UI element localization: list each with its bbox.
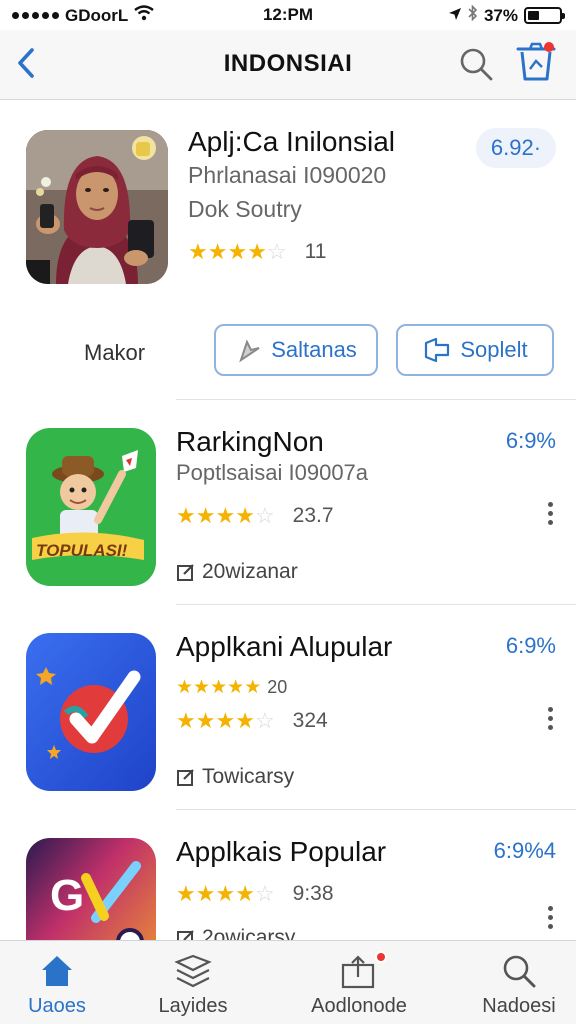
star-icon: ★ — [188, 239, 208, 264]
star-icon: ★ — [247, 239, 267, 264]
star-icon: ★ — [207, 239, 228, 264]
home-icon — [42, 956, 72, 986]
battery-percent: 37% — [483, 5, 518, 25]
search-icon — [503, 955, 536, 988]
star-icon: ★ — [210, 677, 228, 698]
star-icon: ★ — [215, 881, 236, 906]
star-icon: ★ — [176, 677, 194, 698]
star-icon: ★ — [227, 239, 248, 264]
tab-search[interactable]: Nadoesi — [454, 949, 576, 1023]
rating-count: 20 — [267, 677, 288, 697]
app-meta: 20wizanar — [176, 560, 298, 584]
list-item[interactable]: TOPULASI! RarkingNon Poptlsaisai I09007a… — [0, 400, 576, 605]
star-icon: ★ — [195, 881, 216, 906]
star-icon: ★ — [195, 503, 216, 528]
status-bar: GDoorL 12:PM 37% — [0, 0, 576, 30]
app-meta-label: 20wizanar — [202, 560, 298, 583]
star-icon: ★ — [195, 708, 216, 733]
star-icon: ★ — [176, 503, 196, 528]
rating-count: 324 — [292, 709, 328, 732]
app-price[interactable]: 6:9%4 — [494, 838, 556, 864]
featured-app-name: Aplj:Ca Inilonsial — [188, 126, 395, 157]
app-name: Applkais Popular — [176, 836, 387, 867]
search-button[interactable] — [456, 44, 496, 84]
navigation-bar: INDONSIAI — [0, 30, 576, 100]
tab-updates[interactable]: Aodlonode — [294, 949, 424, 1023]
tab-label: Layides — [158, 995, 228, 1017]
tab-home[interactable]: Uaoes — [0, 949, 122, 1023]
app-icon-applkani — [26, 633, 156, 791]
rating-count: 9:38 — [292, 882, 334, 905]
soplelt-button[interactable]: Soplelt — [396, 324, 554, 376]
star-icon: ★ — [235, 881, 255, 906]
featured-app-category: Dok Soutry — [188, 196, 302, 222]
battery-icon — [524, 7, 565, 24]
star-icon: ★ — [193, 677, 211, 698]
app-rating: ★ ★ ★ ★ ☆ 23.7 — [176, 504, 334, 528]
more-options-button[interactable] — [538, 703, 562, 733]
star-icon: ★ — [215, 503, 236, 528]
star-icon: ★ — [176, 708, 196, 733]
app-name: Applkani Alupular — [176, 631, 393, 662]
featured-app-subtitle: Phrlanasai I090020 — [188, 162, 387, 188]
rating-count: 23.7 — [292, 504, 334, 527]
edit-icon — [177, 564, 194, 581]
saltanas-button[interactable]: Saltanas — [214, 324, 378, 376]
pin-icon — [239, 339, 260, 363]
app-icon-rarking: TOPULASI! — [26, 428, 156, 586]
rating-count: 11 — [304, 240, 327, 263]
app-subtitle: Poptlsaisai I09007a — [176, 460, 369, 485]
featured-price-button[interactable]: 6.92· — [476, 128, 556, 168]
share-icon — [425, 337, 450, 363]
app-rating: ★ ★ ★ ★ ☆ 324 — [176, 709, 328, 733]
featured-app-photo — [26, 130, 168, 284]
app-meta-label: Towicarsy — [202, 765, 295, 788]
bluetooth-icon — [468, 4, 478, 26]
list-item[interactable]: Applkani Alupular ★ ★ ★ ★ ★ 20 ★ ★ ★ ★ ☆ 324 Tow… — [0, 605, 576, 810]
tab-layides[interactable]: Layides — [128, 949, 258, 1023]
app-price[interactable]: 6:9% — [506, 633, 556, 659]
maker-label: Makor — [84, 340, 146, 365]
app-name: RarkingNon — [176, 426, 324, 457]
star-icon: ★ — [227, 677, 245, 698]
featured-app[interactable]: Aplj:Ca Inilonsial Phrlanasai I090020 Do… — [0, 100, 576, 400]
app-rating: ★ ★ ★ ★ ☆ 9:38 — [176, 882, 334, 906]
more-options-button[interactable] — [538, 498, 562, 528]
soplelt-label: Soplelt — [460, 337, 528, 362]
svg-text:TOPULASI!: TOPULASI! — [36, 541, 128, 560]
star-icon: ★ — [235, 503, 255, 528]
star-icon: ★ — [215, 708, 236, 733]
trash-icon — [516, 42, 556, 81]
layers-icon — [174, 954, 212, 988]
trash-button[interactable] — [512, 38, 560, 86]
star-icon: ★ — [176, 881, 196, 906]
tab-label: Uaoes — [28, 995, 86, 1017]
star-icon: ★ — [244, 677, 262, 698]
notification-badge — [375, 951, 387, 963]
star-outline-icon: ☆ — [254, 708, 275, 733]
tab-bar: Uaoes Layides Aodlonode Nadoesi — [0, 940, 576, 1024]
star-icon: ★ — [235, 708, 255, 733]
tab-label: Aodlonode — [311, 995, 407, 1017]
app-meta: Towicarsy — [176, 765, 294, 789]
featured-app-rating: ★ ★ ★ ★ ☆ 11 — [188, 240, 326, 264]
location-icon — [448, 6, 462, 26]
more-options-button[interactable] — [538, 902, 562, 932]
star-outline-icon: ☆ — [266, 239, 287, 264]
app-subtitle-rating: ★ ★ ★ ★ ★ 20 — [176, 677, 287, 698]
star-outline-icon: ☆ — [254, 503, 275, 528]
updates-icon — [341, 955, 375, 989]
star-outline-icon: ☆ — [254, 881, 275, 906]
edit-icon — [177, 769, 194, 786]
tab-label: Nadoesi — [482, 995, 556, 1017]
svg-text:G: G — [50, 871, 84, 920]
saltanas-label: Saltanas — [271, 337, 357, 362]
app-price[interactable]: 6:9% — [506, 428, 556, 454]
search-icon — [460, 48, 493, 81]
